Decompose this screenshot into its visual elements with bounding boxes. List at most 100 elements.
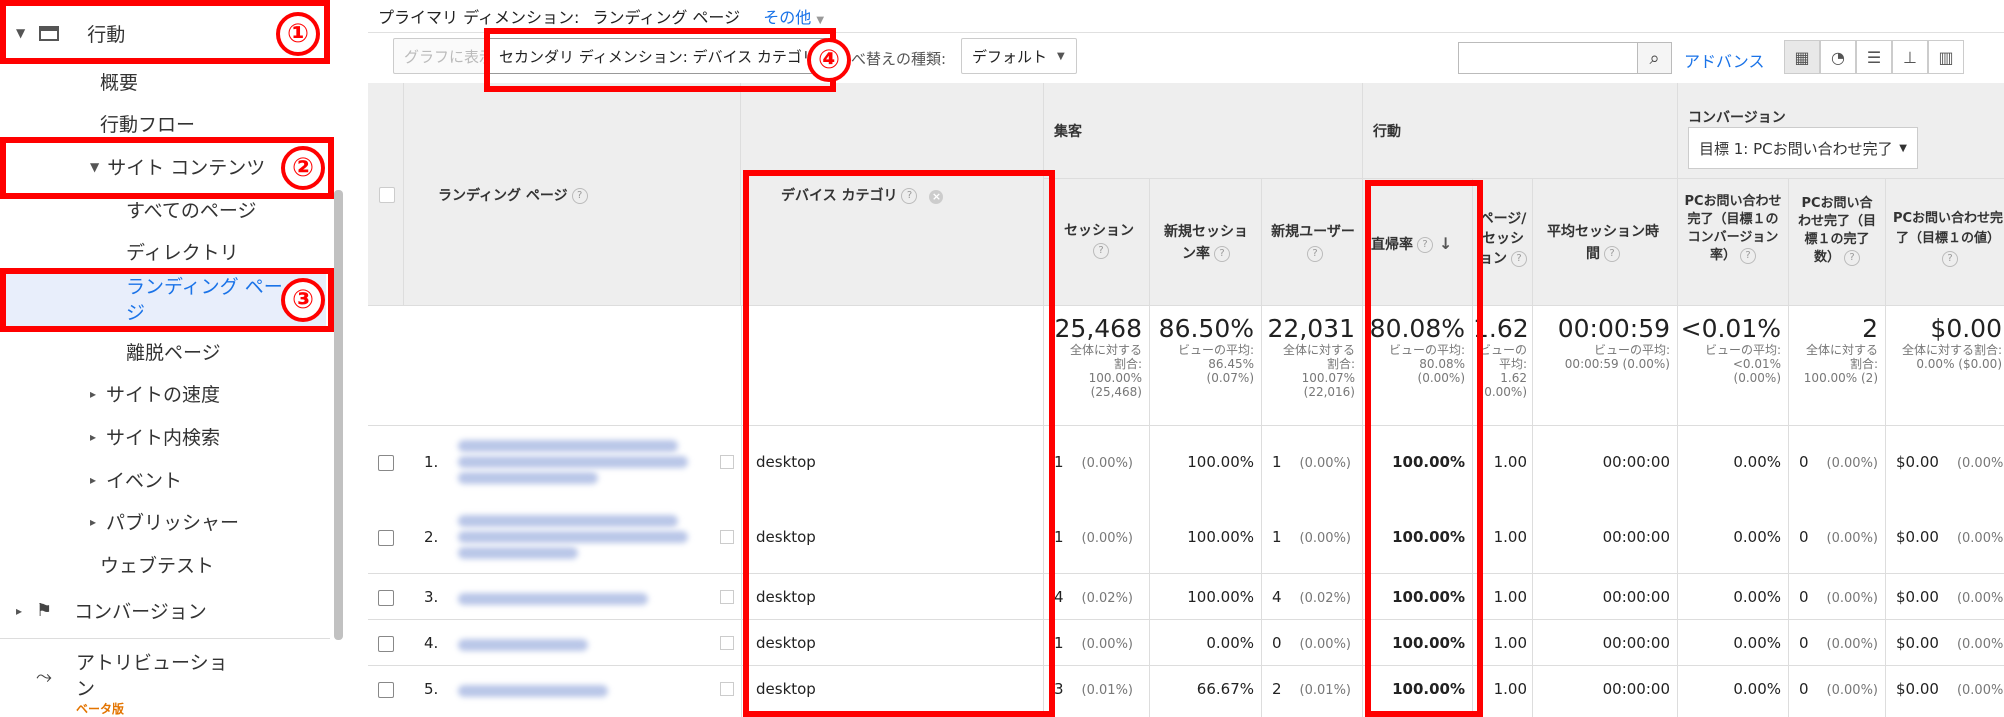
header-avg-session-duration[interactable]: 平均セッション時間? [1533, 179, 1678, 306]
annotation-box-bounce-column [1365, 180, 1483, 717]
row-number: 5. [424, 680, 439, 698]
landing-page-link[interactable] [458, 681, 688, 701]
row-checkbox[interactable] [378, 529, 394, 546]
goal-completions-cell: 0 (0.00%) [1799, 527, 1878, 546]
sidebar-item-conversion[interactable]: ▸ ⚑ コンバージョン [16, 597, 207, 624]
conversion-rate-cell: 0.00% [1733, 588, 1781, 606]
caret-right-icon: ▸ [90, 386, 97, 401]
goal-value-cell: $0.00 (0.00%) [1896, 452, 2004, 471]
caret-right-icon: ▸ [90, 514, 97, 529]
caret-down-icon: ▼ [816, 15, 825, 26]
row-checkbox[interactable] [378, 454, 394, 471]
help-icon[interactable]: ? [1942, 250, 1958, 267]
header-landing-page[interactable]: ランディング ページ? [404, 83, 741, 306]
caret-down-icon: ▼ [1899, 142, 1907, 154]
conversion-rate-cell: 0.00% [1733, 680, 1781, 698]
caret-right-icon: ▸ [90, 429, 97, 444]
caret-down-icon: ▼ [1057, 50, 1065, 62]
sidebar-item-all-pages[interactable]: すべてのページ [126, 196, 257, 223]
annotation-badge-4: ④ [807, 38, 851, 82]
other-dimension-link[interactable]: その他 ▼ [763, 8, 824, 27]
sort-type-select[interactable]: デフォルト ▼ [961, 38, 1077, 74]
help-icon[interactable]: ? [1844, 249, 1860, 266]
sidebar-item-overview[interactable]: 概要 [100, 68, 138, 95]
open-page-icon[interactable] [720, 529, 734, 544]
plot-rows-button[interactable]: グラフに表示 [393, 38, 488, 74]
annotation-badge-2: ② [281, 146, 325, 190]
goal-select[interactable]: 目標 1: PCお問い合わせ完了 ▼ [1688, 127, 1918, 169]
blurred-url [458, 685, 608, 697]
row-checkbox[interactable] [378, 682, 394, 698]
blurred-url [458, 514, 678, 527]
header-goal-completions[interactable]: PCお問い合わせ完了（目標１の完了数）? [1789, 179, 1886, 306]
open-page-icon[interactable] [720, 590, 734, 604]
sidebar-item-publisher[interactable]: ▸ パブリッシャー [90, 508, 239, 535]
help-icon[interactable]: ? [1740, 247, 1756, 264]
sort-type-label: 並べ替えの種類: [836, 50, 947, 68]
beta-badge: ベータ版 [76, 702, 125, 716]
annotation-box-secondary-dimension [484, 28, 836, 92]
landing-page-link[interactable] [458, 635, 688, 655]
table-view-icon[interactable]: ▦ [1784, 40, 1820, 74]
avg-session-duration-cell: 00:00:00 [1602, 527, 1670, 546]
landing-page-link[interactable] [458, 436, 688, 488]
advanced-link[interactable]: アドバンス [1684, 48, 1764, 72]
sidebar-item-site-speed[interactable]: ▸ サイトの速度 [90, 380, 220, 407]
open-page-icon[interactable] [720, 454, 734, 469]
avg-session-duration-cell: 00:00:00 [1602, 452, 1670, 471]
performance-view-icon[interactable]: ☰ [1856, 40, 1892, 74]
header-checkbox-cell [368, 83, 404, 306]
row-checkbox[interactable] [378, 636, 394, 652]
comparison-view-icon[interactable]: ⊥ [1892, 40, 1928, 74]
sidebar-item-attribution[interactable]: ⤳ アトリビューション ベータ版 [36, 650, 246, 717]
avg-session-duration-cell: 00:00:00 [1602, 634, 1670, 652]
open-page-icon[interactable] [720, 636, 734, 650]
header-goal-value[interactable]: PCお問い合わせ完了（目標１の値）? [1886, 179, 2004, 306]
blurred-url [458, 639, 588, 651]
conversion-rate-cell: 0.00% [1733, 634, 1781, 652]
select-all-checkbox[interactable] [379, 187, 395, 203]
landing-page-link[interactable] [458, 511, 688, 563]
row-checkbox[interactable] [378, 590, 394, 606]
conversion-rate-cell: 0.00% [1733, 527, 1781, 546]
sidebar-item-site-search[interactable]: ▸ サイト内検索 [90, 423, 220, 450]
attribution-icon: ⤳ [36, 664, 52, 688]
blurred-url [458, 471, 598, 484]
help-icon[interactable]: ? [1511, 251, 1527, 267]
total-conversion-rate: <0.01% ビューの平均: <0.01% (0.00%) [1680, 314, 1781, 386]
search-input[interactable] [1458, 42, 1638, 74]
row-number: 4. [424, 634, 439, 652]
sidebar-item-events[interactable]: ▸ イベント [90, 466, 182, 493]
goal-completions-cell: 0 (0.00%) [1799, 452, 1878, 471]
pie-view-icon[interactable]: ◔ [1820, 40, 1856, 74]
conversion-rate-cell: 0.00% [1733, 452, 1781, 471]
search-icon[interactable]: ⌕ [1638, 42, 1672, 74]
sidebar-item-webtest[interactable]: ウェブテスト [100, 551, 214, 578]
total-goal-value: $0.00 全体に対する割合: 0.00% ($0.00) [1901, 315, 2002, 371]
header-conversion-rate[interactable]: PCお問い合わせ完了（目標１のコンバージョン率）? [1678, 179, 1789, 306]
pivot-view-icon[interactable]: ▥ [1928, 40, 1964, 74]
avg-session-duration-cell: 00:00:00 [1602, 588, 1670, 606]
goal-completions-cell: 0 (0.00%) [1799, 588, 1878, 606]
sidebar-divider [0, 638, 330, 639]
blurred-url [458, 593, 648, 605]
sidebar-item-flow[interactable]: 行動フロー [100, 110, 195, 137]
goal-value-cell: $0.00 (0.00%) [1896, 588, 2004, 606]
sidebar-item-exit-pages[interactable]: 離脱ページ [126, 338, 221, 365]
blurred-url [458, 546, 578, 559]
help-icon[interactable]: ? [1604, 246, 1620, 262]
annotation-badge-1: ① [276, 12, 320, 56]
row-number: 1. [424, 452, 439, 471]
sidebar-scrollbar[interactable] [334, 190, 343, 640]
goal-completions-cell: 0 (0.00%) [1799, 680, 1878, 698]
landing-page-link[interactable] [458, 589, 688, 609]
open-page-icon[interactable] [720, 682, 734, 696]
help-icon[interactable]: ? [571, 188, 588, 204]
header-group-behavior: 行動 [1363, 83, 1678, 179]
goal-value-cell: $0.00 (0.00%) [1896, 634, 2004, 652]
goal-completions-cell: 0 (0.00%) [1799, 634, 1878, 652]
total-avg-session-duration: 00:00:59 ビューの平均: 00:00:59 (0.00%) [1557, 314, 1670, 372]
sidebar-item-directory[interactable]: ディレクトリ [126, 238, 239, 265]
avg-session-duration-cell: 00:00:00 [1602, 680, 1670, 698]
annotation-box-device-column [743, 170, 1055, 717]
